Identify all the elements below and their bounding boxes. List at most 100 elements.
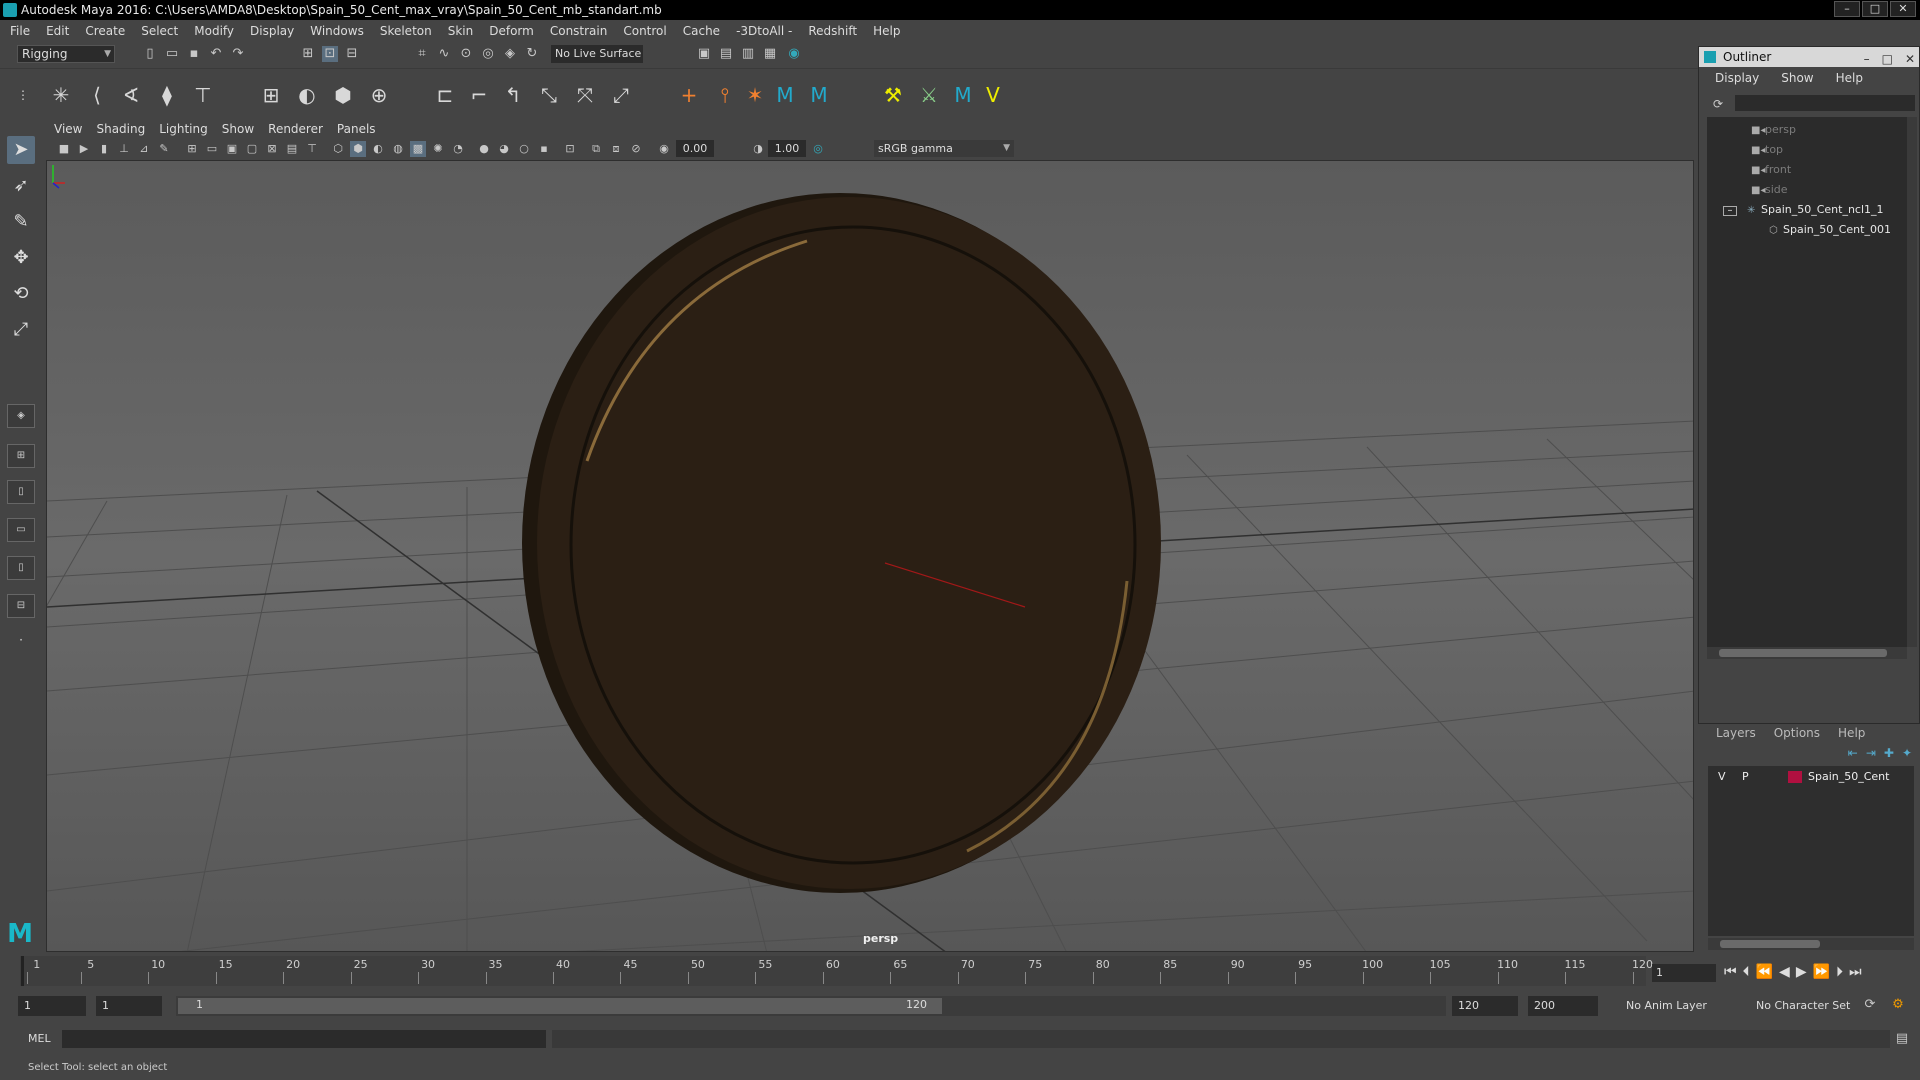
time-ruler[interactable]: 1 5 10 15 20 25 30 35 40 45 50 55 60 65 70 75 80 85 90 95 10… bbox=[20, 956, 1653, 986]
move-layer-up-icon[interactable]: ⇤ bbox=[1848, 746, 1858, 760]
render-frame-icon[interactable]: ▤ bbox=[718, 46, 734, 62]
outliner-item[interactable]: ■◂top bbox=[1751, 141, 1783, 159]
outliner-menu-show[interactable]: Show bbox=[1781, 71, 1813, 85]
xray-active-icon[interactable]: ⧈ bbox=[608, 141, 624, 157]
step-forward-frame-icon[interactable]: ⏵ bbox=[1836, 964, 1843, 980]
minimize-icon[interactable]: – bbox=[1834, 1, 1860, 17]
menu-windows[interactable]: Windows bbox=[310, 24, 364, 38]
go-to-end-icon[interactable]: ⏭ bbox=[1849, 964, 1862, 980]
outliner-scrollbar-horizontal[interactable] bbox=[1707, 647, 1907, 659]
menu-file[interactable]: File bbox=[10, 24, 30, 38]
more-layouts-icon[interactable]: · bbox=[7, 626, 35, 654]
shadows-icon[interactable]: ◔ bbox=[450, 141, 466, 157]
live-surface-field[interactable]: No Live Surface bbox=[551, 45, 643, 63]
select-component-icon[interactable]: ⊟ bbox=[344, 46, 360, 62]
script-editor-icon[interactable]: ▤ bbox=[1894, 1031, 1910, 1047]
panel-menu-panels[interactable]: Panels bbox=[337, 122, 376, 136]
playback-start-field[interactable]: 1 bbox=[96, 996, 162, 1016]
menu-constrain[interactable]: Constrain bbox=[550, 24, 608, 38]
menu-help[interactable]: Help bbox=[873, 24, 900, 38]
undo-icon[interactable]: ↶ bbox=[208, 46, 224, 62]
shelf-options-icon[interactable]: ⋮ bbox=[10, 82, 36, 108]
smooth-shade-icon[interactable]: ⬢ bbox=[350, 141, 366, 157]
xray-joints-icon[interactable]: ⊘ bbox=[628, 141, 644, 157]
render-settings-icon[interactable]: ▣ bbox=[696, 46, 712, 62]
menu-control[interactable]: Control bbox=[623, 24, 666, 38]
isolate-select-icon[interactable]: ⊡ bbox=[562, 141, 578, 157]
exposure-icon[interactable]: ◉ bbox=[656, 141, 672, 157]
render-view-icon[interactable]: ▦ bbox=[762, 46, 778, 62]
current-frame-field[interactable]: 1 bbox=[1652, 964, 1716, 982]
new-scene-icon[interactable]: ▯ bbox=[142, 46, 158, 62]
film-gate-icon[interactable]: ▭ bbox=[204, 141, 220, 157]
collapse-icon[interactable]: – bbox=[1723, 206, 1737, 216]
bookmark-icon[interactable]: ▮ bbox=[96, 141, 112, 157]
snap-point-icon[interactable]: ⊙ bbox=[458, 46, 474, 62]
outliner-item[interactable]: – ✳ Spain_50_Cent_ncl1_1 bbox=[1723, 201, 1884, 219]
skeleton-tool-icon[interactable]: ⚔ bbox=[916, 82, 942, 108]
anti-aliasing-icon[interactable]: ○ bbox=[516, 141, 532, 157]
persp-outliner-layout-icon[interactable]: ▯ bbox=[7, 556, 35, 580]
character-control-icon[interactable]: M bbox=[806, 82, 832, 108]
quick-rig-icon[interactable]: ⚒ bbox=[880, 82, 906, 108]
persp-hypergraph-layout-icon[interactable]: ⊟ bbox=[7, 594, 35, 618]
menu-skeleton[interactable]: Skeleton bbox=[380, 24, 432, 38]
camera-attributes-icon[interactable]: ▶ bbox=[76, 141, 92, 157]
minimize-icon[interactable]: – bbox=[1864, 49, 1870, 69]
scroll-thumb[interactable] bbox=[1719, 649, 1887, 657]
redo-icon[interactable]: ↷ bbox=[230, 46, 246, 62]
menu-skin[interactable]: Skin bbox=[448, 24, 474, 38]
aim-constraint-icon[interactable]: ⤧ bbox=[572, 82, 598, 108]
layer-menu-help[interactable]: Help bbox=[1838, 726, 1865, 744]
layer-menu-options[interactable]: Options bbox=[1774, 726, 1820, 744]
four-view-layout-icon[interactable]: ⊞ bbox=[7, 444, 35, 468]
panel-menu-lighting[interactable]: Lighting bbox=[159, 122, 208, 136]
snap-view-icon[interactable]: ◎ bbox=[480, 46, 496, 62]
textured-icon[interactable]: ▩ bbox=[410, 141, 426, 157]
image-plane-icon[interactable]: ⊥ bbox=[116, 141, 132, 157]
panel-menu-view[interactable]: View bbox=[54, 122, 82, 136]
select-object-icon[interactable]: ⊡ bbox=[322, 46, 338, 62]
color-management-icon[interactable]: ◎ bbox=[810, 141, 826, 157]
hypershade-icon[interactable]: ◉ bbox=[786, 46, 802, 62]
layer-row[interactable]: V P Spain_50_Cent bbox=[1708, 768, 1914, 786]
filter-icon[interactable]: ⟳ bbox=[1713, 97, 1723, 111]
menu-redshift[interactable]: Redshift bbox=[808, 24, 857, 38]
mocap-icon[interactable]: M bbox=[950, 82, 976, 108]
wireframe-icon[interactable]: ⬡ bbox=[330, 141, 346, 157]
make-live-icon[interactable]: ↻ bbox=[524, 46, 540, 62]
snap-grid-icon[interactable]: ⌗ bbox=[414, 46, 430, 62]
character-set-select[interactable]: No Character Set bbox=[1756, 996, 1850, 1016]
range-fill[interactable] bbox=[178, 998, 942, 1014]
insert-joint-icon[interactable]: ⊤ bbox=[190, 82, 216, 108]
current-time-marker[interactable] bbox=[21, 956, 24, 986]
go-to-start-icon[interactable]: ⏮ bbox=[1724, 964, 1737, 980]
outliner-item[interactable]: ⬡ Spain_50_Cent_001 bbox=[1769, 221, 1891, 239]
panel-menu-shading[interactable]: Shading bbox=[96, 122, 145, 136]
safe-action-icon[interactable]: ▤ bbox=[284, 141, 300, 157]
animation-prefs-icon[interactable]: ⚙ bbox=[1890, 997, 1906, 1013]
panel-menu-show[interactable]: Show bbox=[222, 122, 254, 136]
new-layer-icon[interactable]: ✚ bbox=[1884, 746, 1894, 760]
open-scene-icon[interactable]: ▭ bbox=[164, 46, 180, 62]
outliner-item[interactable]: ■◂side bbox=[1751, 181, 1788, 199]
snap-curve-icon[interactable]: ∿ bbox=[436, 46, 452, 62]
menu-modify[interactable]: Modify bbox=[194, 24, 234, 38]
menu-edit[interactable]: Edit bbox=[46, 24, 69, 38]
scale-tool-icon[interactable]: ⤢ bbox=[7, 316, 35, 344]
coin-model[interactable] bbox=[522, 193, 1161, 893]
close-icon[interactable]: ✕ bbox=[1905, 49, 1915, 69]
play-forwards-icon[interactable]: ▶ bbox=[1796, 964, 1807, 980]
lasso-tool-icon[interactable]: ➶ bbox=[7, 172, 35, 200]
field-chart-icon[interactable]: ⊠ bbox=[264, 141, 280, 157]
command-language-toggle[interactable]: MEL bbox=[28, 1032, 51, 1045]
cluster-icon[interactable]: ⊕ bbox=[366, 82, 392, 108]
paint-weights-icon[interactable]: ◐ bbox=[294, 82, 320, 108]
default-material-icon[interactable]: ◐ bbox=[370, 141, 386, 157]
menu-3dtoall[interactable]: -3DtoAll - bbox=[736, 24, 792, 38]
close-icon[interactable]: ✕ bbox=[1890, 1, 1916, 17]
rotate-tool-icon[interactable]: ⟲ bbox=[7, 280, 35, 308]
new-layer-selected-icon[interactable]: ✦ bbox=[1902, 746, 1912, 760]
exposure-field[interactable]: 0.00 bbox=[676, 140, 714, 157]
maximize-icon[interactable]: □ bbox=[1862, 1, 1888, 17]
